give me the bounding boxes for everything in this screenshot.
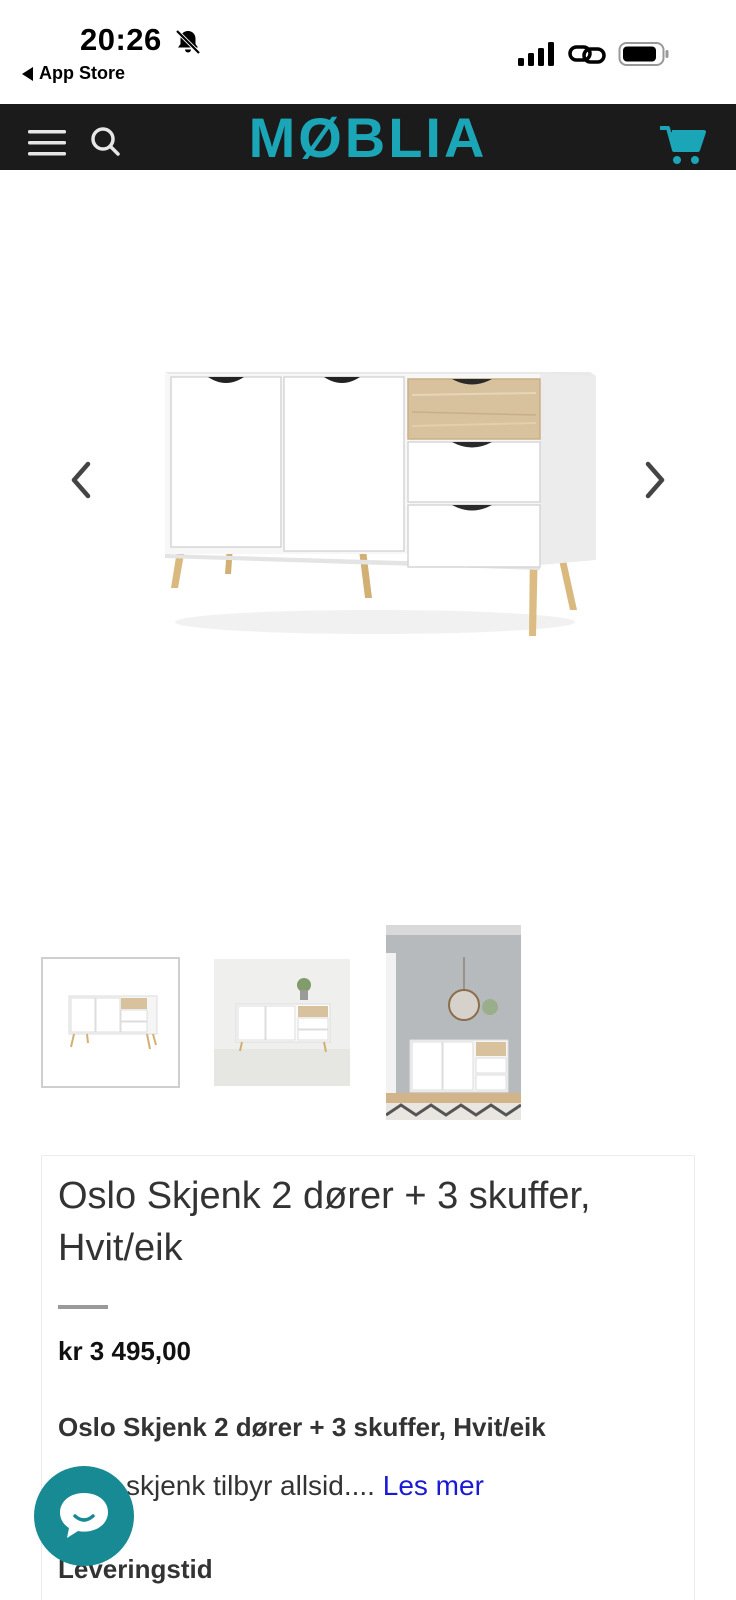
bell-muted-icon	[175, 29, 201, 55]
thumbnail-3[interactable]	[386, 925, 521, 1120]
back-to-app-link[interactable]: App Store	[22, 63, 125, 84]
status-bar: 20:26 App Store	[0, 0, 736, 104]
site-header: MØBLIA	[0, 104, 736, 170]
back-triangle-icon	[22, 66, 33, 81]
cart-icon[interactable]	[660, 124, 706, 166]
chat-button[interactable]	[34, 1466, 134, 1566]
thumbnail-3-image	[386, 925, 521, 1120]
thumbnail-1[interactable]	[41, 957, 180, 1088]
chat-bubble-icon	[60, 1493, 108, 1538]
product-title: Oslo Skjenk 2 dører + 3 skuffer, Hvit/ei…	[58, 1175, 591, 1269]
product-main-image	[165, 372, 596, 636]
read-more-link[interactable]: Les mer	[383, 1470, 484, 1501]
thumbnail-2-image	[214, 959, 350, 1086]
next-image-arrow-icon[interactable]	[638, 458, 670, 502]
status-time: 20:26	[80, 22, 162, 57]
link-icon	[568, 45, 606, 64]
title-divider	[58, 1305, 108, 1309]
signal-icon	[518, 42, 554, 66]
thumbnail-1-image	[68, 995, 158, 1050]
previous-image-arrow-icon[interactable]	[66, 458, 98, 502]
battery-icon	[618, 42, 669, 66]
back-app-label: App Store	[39, 63, 126, 83]
thumbnail-2[interactable]	[214, 959, 350, 1086]
brand-logo[interactable]: MØBLIA	[0, 108, 736, 168]
product-price: kr 3 495,00	[58, 1336, 192, 1366]
product-subtitle: Oslo Skjenk 2 dører + 3 skuffer, Hvit/ei…	[58, 1412, 546, 1442]
